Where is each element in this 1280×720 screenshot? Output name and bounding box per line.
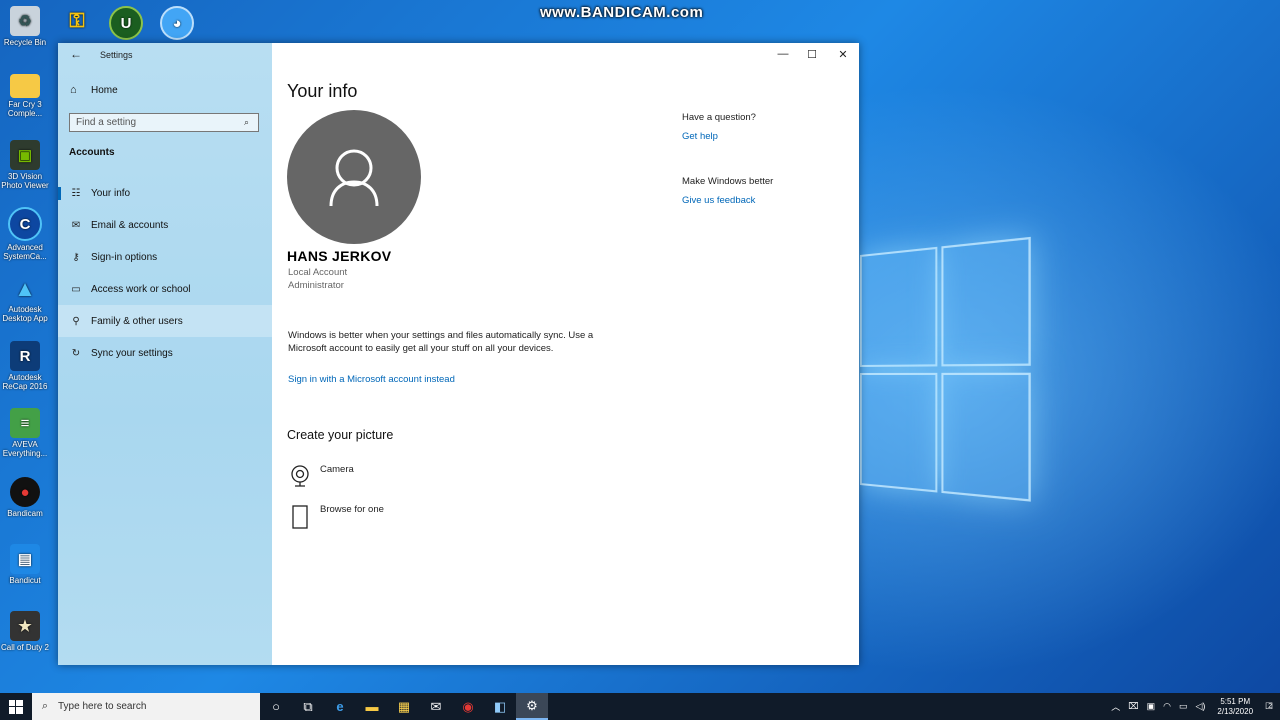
battery-icon[interactable]: ▭ xyxy=(1179,701,1188,712)
wifi-icon[interactable]: ◠ xyxy=(1163,701,1171,712)
mail-icon: ✉ xyxy=(70,220,82,231)
app-globe-icon: ◕ xyxy=(160,6,194,40)
recap-icon: R xyxy=(10,341,40,371)
autodesk-icon: ▲ xyxy=(10,273,40,303)
uninstaller-icon: U xyxy=(109,6,143,40)
desktop-icon-iobit-uninstaller[interactable]: U xyxy=(101,6,151,42)
clock-date: 2/13/2020 xyxy=(1217,707,1253,717)
start-button[interactable] xyxy=(0,700,32,714)
document-icon xyxy=(289,504,313,533)
desktop-icon-autodesk-app[interactable]: ▲ Autodesk Desktop App xyxy=(0,273,50,323)
desktop-icon-recap[interactable]: R Autodesk ReCap 2016 xyxy=(0,341,50,391)
taskbar-search-box[interactable]: ⌕ Type here to search xyxy=(32,693,260,720)
bandicam-watermark: www.BANDICAM.com xyxy=(540,4,703,21)
desktop-icon-bandicam[interactable]: ● Bandicam xyxy=(0,477,50,518)
sidebar-item-sign-in-options[interactable]: ⚷ Sign-in options xyxy=(58,241,272,273)
desktop-icon-aveva[interactable]: ≡ AVEVA Everything... xyxy=(0,408,50,458)
make-windows-better: Make Windows better xyxy=(682,176,773,187)
create-picture-heading: Create your picture xyxy=(287,428,393,442)
desktop-icon-far-cry[interactable]: Far Cry 3 Comple... xyxy=(0,74,50,118)
sidebar-item-email-accounts[interactable]: ✉ Email & accounts xyxy=(58,209,272,241)
user-silhouette-icon xyxy=(287,110,421,244)
sync-icon: ↻ xyxy=(70,348,82,359)
help-question: Have a question? xyxy=(682,112,756,123)
sidebar-home[interactable]: ⌂ Home xyxy=(70,84,118,96)
taskbar: ⌕ Type here to search ○ ⧉ e ▬ ▦ ✉ ◉ ◧ ⚙ … xyxy=(0,693,1280,720)
sidebar-item-your-info[interactable]: ☷ Your info xyxy=(58,177,272,209)
windows-start-icon xyxy=(9,700,23,714)
search-icon: ⌕ xyxy=(32,700,58,713)
settings-window: ← Settings ⌂ Home Find a setting ⌕ Accou… xyxy=(58,43,859,665)
browse-option[interactable]: Browse for one xyxy=(289,504,384,533)
folder-icon xyxy=(10,74,40,98)
recycle-bin-icon: ♻ xyxy=(10,6,40,36)
app-tray-icon[interactable]: ▣ xyxy=(1147,701,1156,712)
people-icon: ⚲ xyxy=(70,316,82,327)
section-heading-accounts: Accounts xyxy=(69,147,115,158)
sidebar-item-access-work-school[interactable]: ▭ Access work or school xyxy=(58,273,272,305)
find-setting-search[interactable]: Find a setting ⌕ xyxy=(69,113,259,132)
sync-description: Windows is better when your settings and… xyxy=(288,329,598,355)
aveva-icon: ≡ xyxy=(10,408,40,438)
notification-count: 2 xyxy=(1268,703,1272,710)
volume-icon[interactable]: ◁) xyxy=(1196,701,1206,712)
get-help-link[interactable]: Get help xyxy=(682,131,718,142)
key-app-icon: ⚿ xyxy=(62,6,92,36)
file-explorer-icon[interactable]: ▬ xyxy=(356,693,388,720)
desktop-icon-call-of-duty[interactable]: ★ Call of Duty 2 xyxy=(0,611,50,652)
taskbar-clock[interactable]: 5:51 PM 2/13/2020 xyxy=(1217,697,1253,717)
sidebar-item-family-other-users[interactable]: ⚲ Family & other users xyxy=(58,305,272,337)
desktop-icon-app[interactable]: ◕ xyxy=(152,6,202,42)
advanced-systemcare-icon: C xyxy=(8,207,42,241)
mail-taskbar-icon[interactable]: ✉ xyxy=(420,693,452,720)
call-of-duty-icon: ★ xyxy=(10,611,40,641)
account-type: Local Account xyxy=(288,267,347,278)
desktop-icon-key[interactable]: ⚿ xyxy=(52,6,102,38)
windows-logo-wallpaper xyxy=(860,237,1033,514)
camera-option[interactable]: Camera xyxy=(289,464,354,491)
user-name: HANS JERKOV xyxy=(287,248,391,264)
home-label: Home xyxy=(91,85,118,96)
key-icon: ⚷ xyxy=(70,252,82,263)
usb-icon[interactable]: ⌧ xyxy=(1128,701,1138,712)
settings-taskbar-icon[interactable]: ⚙ xyxy=(516,693,548,720)
system-tray: ︿ ⌧ ▣ ◠ ▭ ◁) 5:51 PM 2/13/2020 ☐ 2 xyxy=(1107,693,1280,720)
accounts-nav: ☷ Your info ✉ Email & accounts ⚷ Sign-in… xyxy=(58,177,272,369)
task-view-icon[interactable]: ⧉ xyxy=(292,693,324,720)
clock-time: 5:51 PM xyxy=(1217,697,1253,707)
desktop-icon-recycle-bin[interactable]: ♻ Recycle Bin xyxy=(0,6,50,47)
your-info-page: Your info HANS JERKOV Local Account Admi… xyxy=(272,43,859,665)
account-role: Administrator xyxy=(288,280,344,291)
cortana-icon[interactable]: ○ xyxy=(260,693,292,720)
bandicam-icon: ● xyxy=(10,477,40,507)
home-icon: ⌂ xyxy=(70,84,82,96)
desktop-icon-3d-vision[interactable]: ▣ 3D Vision Photo Viewer xyxy=(0,140,50,190)
settings-sidebar: ← Settings ⌂ Home Find a setting ⌕ Accou… xyxy=(58,43,272,665)
desktop-icon-bandicut[interactable]: ▤ Bandicut xyxy=(0,544,50,585)
bandicut-icon: ▤ xyxy=(10,544,40,574)
back-arrow-icon[interactable]: ← xyxy=(70,47,82,61)
avatar xyxy=(287,110,421,244)
window-title: Settings xyxy=(100,50,133,60)
camera-icon xyxy=(289,464,313,491)
edge-icon[interactable]: e xyxy=(324,693,356,720)
bandicam-taskbar-icon[interactable]: ◉ xyxy=(452,693,484,720)
page-title: Your info xyxy=(287,81,357,102)
sidebar-item-sync-settings[interactable]: ↻ Sync your settings xyxy=(58,337,272,369)
paint-icon[interactable]: ◧ xyxy=(484,693,516,720)
microsoft-signin-link[interactable]: Sign in with a Microsoft account instead xyxy=(288,374,455,385)
chevron-up-icon[interactable]: ︿ xyxy=(1111,700,1120,713)
taskbar-search-placeholder: Type here to search xyxy=(58,701,146,712)
desktop-icon-advanced-systemcare[interactable]: C Advanced SystemCa... xyxy=(0,207,50,261)
contact-card-icon: ☷ xyxy=(70,188,82,199)
briefcase-icon: ▭ xyxy=(70,284,82,295)
store-icon[interactable]: ▦ xyxy=(388,693,420,720)
give-feedback-link[interactable]: Give us feedback xyxy=(682,195,755,206)
search-placeholder: Find a setting xyxy=(70,117,244,128)
3d-vision-icon: ▣ xyxy=(10,140,40,170)
search-icon[interactable]: ⌕ xyxy=(244,117,258,128)
